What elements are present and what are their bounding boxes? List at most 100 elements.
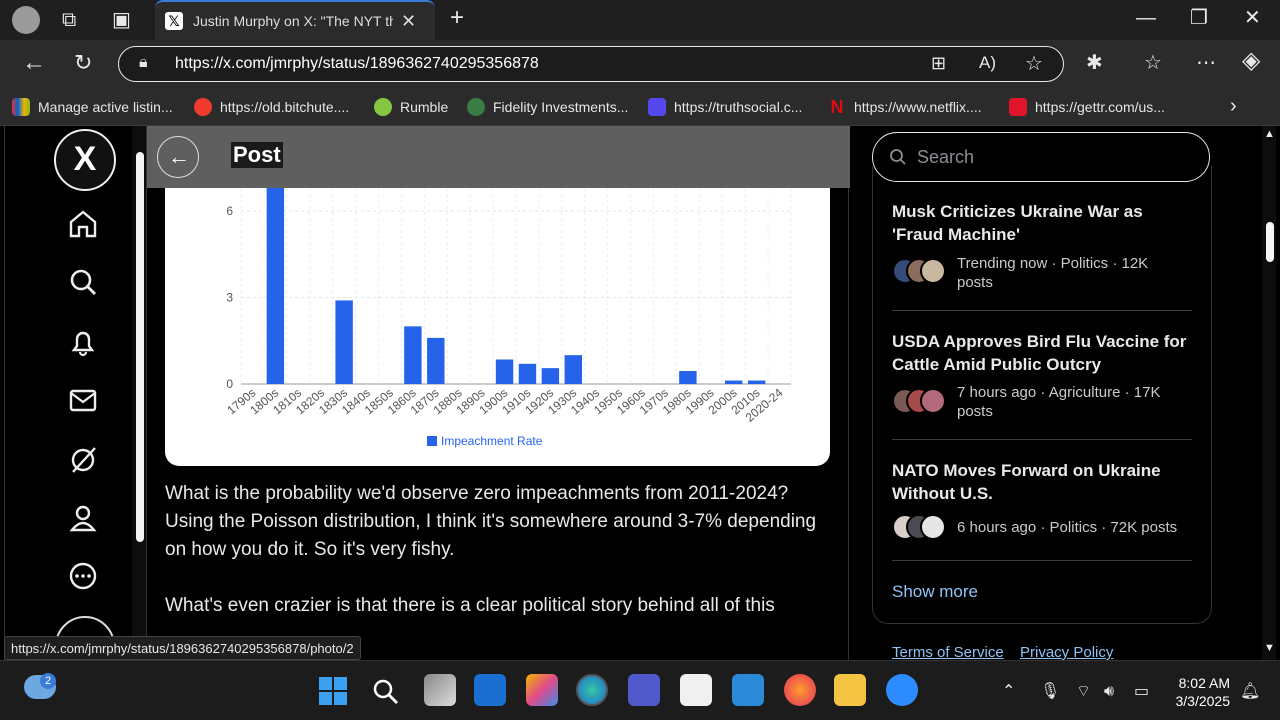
favorites-icon[interactable]: ☆ — [1144, 53, 1162, 73]
bookmark-netflix[interactable]: Nhttps://www.netflix.... — [828, 96, 982, 118]
bookmark-gettr[interactable]: https://gettr.com/us... — [1009, 96, 1165, 118]
bar — [725, 380, 743, 384]
messages-mail-icon[interactable] — [67, 384, 99, 416]
notifications-icon[interactable]: 🔔︎ — [1240, 682, 1260, 702]
profile-icon[interactable] — [67, 502, 99, 534]
post-image-chart[interactable]: 0 3 6 1790s 1800s 1810s 1820s 1830s 1840s 1850s 18… — [165, 188, 830, 466]
search-input[interactable]: Search — [872, 132, 1210, 182]
file-explorer-icon[interactable] — [834, 674, 866, 706]
trend-2-avatars — [892, 388, 948, 416]
restore-icon[interactable]: ❐ — [1190, 8, 1208, 28]
bar — [335, 300, 353, 384]
trend-divider — [892, 439, 1192, 440]
main-column: 0 3 6 1790s 1800s 1810s 1820s 1830s 1840s 1850s 18… — [146, 126, 850, 660]
scroll-up-arrow-icon[interactable]: ▲ — [1264, 128, 1275, 140]
bar — [541, 368, 560, 384]
clock-date: 3/3/2025 — [1175, 693, 1231, 709]
page-title: Post — [231, 142, 283, 168]
status-bar-url: https://x.com/jmrphy/status/189636274029… — [4, 636, 361, 660]
bookmark-bitchute[interactable]: https://old.bitchute.... — [194, 96, 349, 118]
bookmark-truthsocial[interactable]: https://truthsocial.c... — [648, 96, 802, 118]
trend-3-avatars — [892, 514, 948, 542]
show-more-link[interactable]: Show more — [892, 582, 978, 602]
x-logo-icon[interactable]: X — [54, 129, 116, 191]
bookmark-ebay[interactable]: Manage active listin... — [12, 96, 173, 118]
battery-icon[interactable]: ▭ — [1134, 682, 1149, 702]
trend-1-title[interactable]: Musk Criticizes Ukraine War as 'Fraud Ma… — [892, 200, 1192, 246]
firefox-icon[interactable] — [784, 674, 816, 706]
copilot-app-icon[interactable] — [526, 674, 558, 706]
microphone-icon[interactable]: 🎙︎ — [1040, 682, 1060, 702]
minimize-icon[interactable]: — — [1136, 8, 1156, 28]
zoom-icon[interactable] — [886, 674, 918, 706]
search-placeholder: Search — [917, 146, 975, 167]
page-scrollbar-thumb[interactable] — [1266, 222, 1274, 262]
bar — [495, 359, 514, 384]
bookmark-fidelity[interactable]: Fidelity Investments... — [467, 96, 628, 118]
edge-icon[interactable] — [576, 674, 608, 706]
trend-1-meta: Trending now · Politics · 12K posts — [957, 255, 1149, 291]
grok-icon[interactable] — [67, 444, 99, 476]
trend-divider — [892, 560, 1192, 561]
read-aloud-icon[interactable]: A) — [979, 53, 996, 73]
notifications-bell-icon[interactable] — [67, 326, 99, 358]
back-icon[interactable]: ← — [22, 51, 46, 75]
bar — [518, 363, 537, 384]
wifi-icon[interactable]: ⌔ — [1076, 682, 1091, 702]
back-arrow-icon: ← — [168, 144, 190, 169]
explore-search-icon[interactable] — [67, 266, 99, 298]
tweet-paragraph-2: What's even crazier is that there is a c… — [165, 595, 775, 616]
privacy-link[interactable]: Privacy Policy — [1020, 644, 1113, 660]
refresh-icon[interactable]: ↻ — [74, 52, 92, 74]
terms-link[interactable]: Terms of Service — [892, 644, 1004, 660]
profile-avatar-icon[interactable] — [12, 6, 40, 34]
volume-icon[interactable]: 🔊︎ — [1104, 682, 1114, 702]
close-tab-icon[interactable]: ✕ — [401, 11, 416, 32]
copilot-icon[interactable]: ◈ — [1242, 49, 1260, 73]
address-bar[interactable]: 🔒︎ https://x.com/jmrphy/status/189636274… — [118, 46, 1064, 82]
store-icon[interactable] — [680, 674, 712, 706]
app-available-icon[interactable]: ⊞ — [931, 53, 946, 74]
tab-actions-icon[interactable]: ▣ — [112, 10, 131, 30]
ebay-favicon-icon — [12, 98, 30, 116]
back-button[interactable]: ← — [157, 136, 199, 178]
tray-overflow-icon[interactable]: ⌃ — [1002, 682, 1015, 702]
active-tab[interactable]: 𝕏 Justin Murphy on X: "The NYT thi ✕ — [155, 0, 435, 40]
weather-badge: 2 — [40, 673, 56, 689]
workspaces-icon[interactable]: ⧉ — [62, 10, 76, 30]
teams-icon[interactable] — [628, 674, 660, 706]
close-window-icon[interactable]: ✕ — [1244, 8, 1261, 28]
bar — [266, 188, 285, 384]
trend-divider — [892, 310, 1192, 311]
home-icon[interactable] — [67, 208, 99, 240]
scroll-down-arrow-icon[interactable]: ▼ — [1264, 642, 1275, 654]
lock-icon[interactable]: 🔒︎ — [139, 54, 148, 72]
rumble-favicon-icon — [374, 98, 392, 116]
trend-3-title[interactable]: NATO Moves Forward on Ukraine Without U.… — [892, 459, 1192, 505]
task-view-icon[interactable] — [424, 674, 456, 706]
new-tab-icon[interactable]: + — [450, 6, 464, 30]
bookmark-rumble[interactable]: Rumble — [374, 96, 448, 118]
y-tick-label: 0 — [226, 377, 233, 391]
taskbar-search-icon[interactable] — [372, 678, 400, 706]
clock-time: 8:02 AM — [1178, 675, 1230, 691]
bookmarks-overflow-icon[interactable]: › — [1230, 96, 1237, 116]
more-circle-icon[interactable] — [67, 560, 99, 592]
bar — [747, 380, 766, 384]
right-sidebar: Search Musk Criticizes Ukraine War as 'F… — [850, 126, 1262, 660]
page-scrollbar[interactable]: ▲ ▼ — [1262, 126, 1276, 660]
search-icon — [890, 149, 906, 165]
nav-scrollbar-thumb[interactable] — [136, 152, 144, 542]
help-icon[interactable] — [732, 674, 764, 706]
trend-1-avatars — [892, 258, 948, 286]
more-menu-icon[interactable]: ⋯ — [1196, 53, 1216, 73]
extensions-icon[interactable]: ✱ — [1086, 53, 1103, 73]
trend-2-title[interactable]: USDA Approves Bird Flu Vaccine for Cattl… — [892, 330, 1192, 376]
y-tick-label: 3 — [226, 291, 233, 305]
windows-start-icon[interactable] — [318, 676, 348, 706]
favorite-star-icon[interactable]: ☆ — [1025, 51, 1043, 76]
impeachment-rate-chart: 0361790s1800s1810s1820s1830s1840s1850s18… — [224, 188, 792, 448]
myhp-icon[interactable] — [474, 674, 506, 706]
bar — [564, 355, 582, 384]
clock[interactable]: 8:02 AM 3/3/2025 — [1164, 674, 1231, 710]
